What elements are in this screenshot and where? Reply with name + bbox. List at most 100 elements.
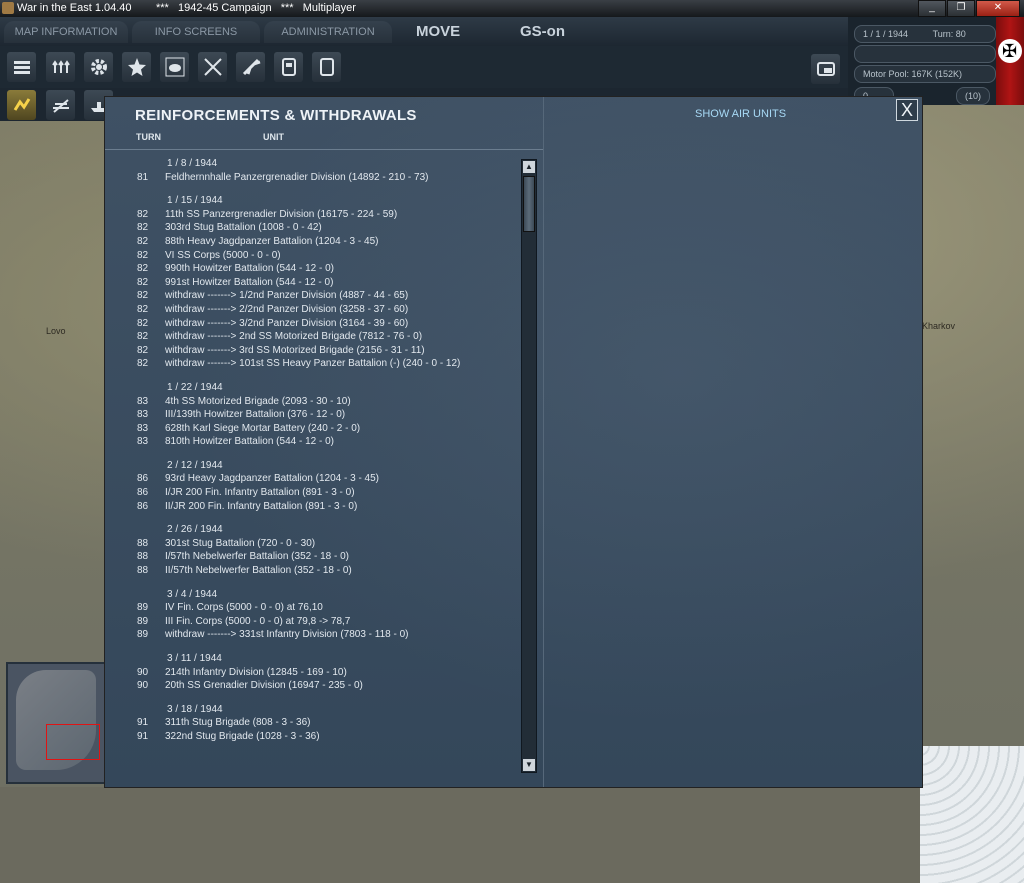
reinforcement-list[interactable]: 1 / 8 / 1944 81 Feldhernnhalle Panzergrena… (105, 157, 519, 772)
scroll-up-icon[interactable]: ▲ (523, 161, 535, 173)
row-turn: 88 (137, 537, 149, 549)
gear-icon[interactable] (84, 52, 113, 82)
tab-administration[interactable]: ADMINISTRATION (264, 21, 392, 43)
row-unit: 88th Heavy Jagdpanzer Battalion (1204 - … (165, 235, 379, 247)
app-icon (2, 2, 14, 14)
row-unit: IV Fin. Corps (5000 - 0 - 0) at 76,10 (165, 602, 323, 614)
row-turn: 86 (137, 473, 149, 485)
row-unit: 4th SS Motorized Brigade (2093 - 30 - 10… (165, 395, 351, 407)
row-unit: withdraw -------> 2nd SS Motorized Briga… (165, 331, 423, 343)
row-turn: 82 (137, 344, 149, 356)
list-item[interactable]: 89 III Fin. Corps (5000 - 0 - 0) at 79,8 … (105, 615, 519, 629)
row-turn: 82 (137, 263, 149, 275)
close-dialog-button[interactable]: X (896, 99, 918, 121)
list-item[interactable]: 82 withdraw -------> 3/2nd Panzer Divisio… (105, 317, 519, 331)
column-header-unit[interactable]: UNIT (263, 132, 284, 142)
list-item[interactable]: 82 VI SS Corps (5000 - 0 - 0) (105, 249, 519, 263)
window-icon[interactable] (811, 54, 840, 84)
bomber-icon[interactable] (236, 52, 265, 82)
list-item[interactable]: 91 311th Stug Brigade (808 - 3 - 36) (105, 716, 519, 730)
show-air-units-button[interactable]: SHOW AIR UNITS (695, 108, 786, 120)
list-item[interactable]: 82 990th Howitzer Battalion (544 - 12 - 0… (105, 262, 519, 276)
gs-toggle[interactable]: GS-on (520, 21, 565, 43)
document-icon[interactable] (312, 52, 341, 82)
turn-group: 1 / 8 / 1944 81 Feldhernnhalle Panzergrena… (105, 157, 519, 184)
list-item[interactable]: 88 II/57th Nebelwerfer Battalion (352 - 1… (105, 564, 519, 578)
list-item[interactable]: 86 II/JR 200 Fin. Infantry Battalion (891… (105, 500, 519, 514)
list-item[interactable]: 89 withdraw -------> 331st Infantry Divis… (105, 628, 519, 642)
move-mode-icon[interactable] (7, 90, 36, 120)
tab-map-information[interactable]: MAP INFORMATION (4, 21, 128, 43)
column-header-turn[interactable]: TURN (136, 132, 161, 142)
list-item[interactable]: 82 withdraw -------> 1/2nd Panzer Divisio… (105, 289, 519, 303)
turn-group: 3 / 4 / 1944 89 IV Fin. Corps (5000 - 0 - … (105, 588, 519, 642)
list-item[interactable]: 86 I/JR 200 Fin. Infantry Battalion (891 … (105, 486, 519, 500)
list-item[interactable]: 82 303rd Stug Battalion (1008 - 0 - 42) (105, 221, 519, 235)
list-item[interactable]: 82 withdraw -------> 3rd SS Motorized Bri… (105, 344, 519, 358)
minimap-viewport-frame[interactable] (46, 724, 100, 760)
layers-icon[interactable] (7, 52, 36, 82)
turn-group: 3 / 11 / 1944 90 214th Infantry Division (… (105, 652, 519, 693)
scroll-thumb[interactable] (523, 176, 535, 232)
list-item[interactable]: 83 628th Karl Siege Mortar Battery (240 -… (105, 422, 519, 436)
air-combat-icon[interactable] (198, 52, 227, 82)
tab-info-screens[interactable]: INFO SCREENS (132, 21, 260, 43)
row-turn: 86 (137, 500, 149, 512)
list-item[interactable]: 83 810th Howitzer Battalion (544 - 12 - 0… (105, 435, 519, 449)
card-icon[interactable] (274, 52, 303, 82)
list-item[interactable]: 81 Feldhernnhalle Panzergrenadier Divisio… (105, 171, 519, 185)
group-date: 1 / 15 / 1944 (167, 195, 223, 207)
minimap[interactable] (6, 662, 106, 784)
toolbar-primary (0, 46, 848, 88)
row-unit: withdraw -------> 101st SS Heavy Panzer … (165, 358, 461, 370)
list-item[interactable]: 91 322nd Stug Brigade (1028 - 3 - 36) (105, 730, 519, 744)
nation-flag: ✠ (996, 17, 1024, 105)
row-turn: 82 (137, 222, 149, 234)
row-turn: 91 (137, 730, 149, 742)
reinforcements-dialog: REINFORCEMENTS & WITHDRAWALS TURN UNIT 1… (104, 96, 923, 788)
list-item[interactable]: 82 11th SS Panzergrenadier Division (1617… (105, 208, 519, 222)
row-turn: 83 (137, 409, 149, 421)
list-item[interactable]: 82 withdraw -------> 2nd SS Motorized Bri… (105, 330, 519, 344)
group-date: 3 / 11 / 1944 (167, 653, 222, 664)
list-scrollbar[interactable]: ▲ ▼ (521, 159, 537, 773)
row-turn: 91 (137, 717, 149, 729)
mode-move[interactable]: MOVE (416, 21, 460, 43)
list-item[interactable]: 82 991st Howitzer Battalion (544 - 12 - 0… (105, 276, 519, 290)
list-item[interactable]: 83 III/139th Howitzer Battalion (376 - 12… (105, 408, 519, 422)
row-turn: 82 (137, 331, 149, 343)
turn-group: 1 / 22 / 1944 83 4th SS Motorized Brigade … (105, 381, 519, 449)
scroll-down-icon[interactable]: ▼ (523, 759, 535, 771)
list-item[interactable]: 88 I/57th Nebelwerfer Battalion (352 - 18… (105, 550, 519, 564)
turn-group: 2 / 12 / 1944 86 93rd Heavy Jagdpanzer Bat… (105, 459, 519, 513)
units-icon[interactable] (46, 52, 75, 82)
list-item[interactable]: 83 4th SS Motorized Brigade (2093 - 30 - … (105, 395, 519, 409)
group-date: 1 / 22 / 1944 (167, 381, 223, 393)
group-date: 1 / 8 / 1944 (167, 158, 218, 169)
list-item[interactable]: 89 IV Fin. Corps (5000 - 0 - 0) at 76,10 (105, 601, 519, 615)
list-item[interactable]: 90 20th SS Grenadier Division (16947 - 23… (105, 679, 519, 693)
list-item[interactable]: 82 88th Heavy Jagdpanzer Battalion (1204 … (105, 235, 519, 249)
list-item[interactable]: 88 301st Stug Battalion (720 - 0 - 30) (105, 537, 519, 551)
weather-icon[interactable] (160, 52, 189, 82)
row-turn: 89 (137, 629, 149, 641)
maximize-button[interactable]: ❐ (947, 0, 975, 17)
list-item[interactable]: 82 withdraw -------> 2/2nd Panzer Divisio… (105, 303, 519, 317)
rail-icon[interactable] (46, 90, 75, 120)
star-icon[interactable] (122, 52, 151, 82)
list-item[interactable]: 86 93rd Heavy Jagdpanzer Battalion (1204 … (105, 472, 519, 486)
row-turn: 82 (137, 317, 149, 329)
status-panel: 1 / 1 / 1944 Turn: 80 Motor Pool: 167K (… (848, 17, 996, 105)
minimize-button[interactable]: _ (918, 0, 946, 17)
row-turn: 82 (137, 358, 149, 370)
row-turn: 82 (137, 303, 149, 315)
row-unit: 322nd Stug Brigade (1028 - 3 - 36) (165, 730, 320, 742)
dialog-title: REINFORCEMENTS & WITHDRAWALS (135, 107, 417, 124)
row-turn: 82 (137, 276, 149, 288)
list-item[interactable]: 90 214th Infantry Division (12845 - 169 -… (105, 666, 519, 680)
close-window-button[interactable]: ✕ (976, 0, 1020, 17)
row-turn: 90 (137, 680, 149, 692)
list-item[interactable]: 82 withdraw -------> 101st SS Heavy Panze… (105, 357, 519, 371)
row-unit: I/JR 200 Fin. Infantry Battalion (891 - … (165, 487, 355, 499)
row-turn: 83 (137, 436, 149, 448)
